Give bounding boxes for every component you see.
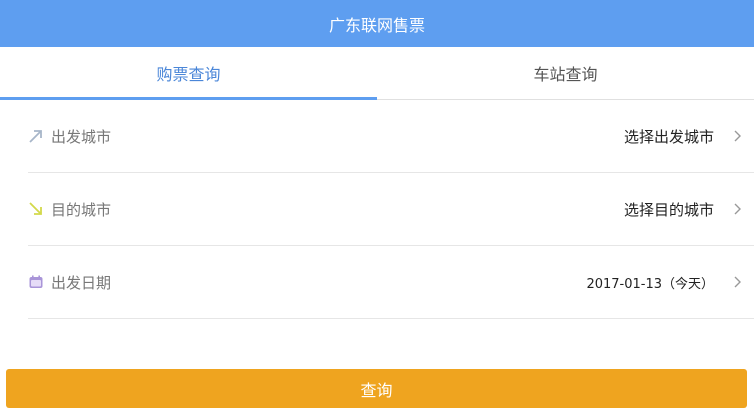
calendar-icon: [28, 274, 44, 290]
departure-date-value: 2017-01-13（今天）: [586, 276, 714, 292]
chevron-right-icon: [732, 202, 742, 216]
tab-ticket-query[interactable]: 购票查询: [0, 47, 377, 100]
destination-city-label: 目的城市: [51, 200, 112, 219]
chevron-right-icon: [732, 275, 742, 289]
ticket-search-form: 出发城市 选择出发城市 目的城市 选择目的城市 出发日期 2017-01-13（…: [28, 100, 754, 319]
arrow-down-right-icon: [28, 201, 44, 217]
tab-station-query[interactable]: 车站查询: [377, 47, 754, 99]
app-header: 广东联网售票: [0, 0, 754, 47]
departure-city-value: 选择出发城市: [623, 127, 714, 146]
departure-date-label: 出发日期: [51, 273, 112, 292]
tab-bar: 购票查询 车站查询: [0, 47, 754, 100]
query-button[interactable]: 查询: [6, 369, 747, 408]
tab-station-query-label: 车站查询: [533, 65, 598, 84]
departure-date-row[interactable]: 出发日期 2017-01-13（今天）: [28, 246, 754, 319]
chevron-right-icon: [732, 129, 742, 143]
departure-city-row[interactable]: 出发城市 选择出发城市: [28, 100, 754, 173]
page-title: 广东联网售票: [328, 15, 425, 35]
query-button-label: 查询: [360, 380, 393, 400]
arrow-up-right-icon: [28, 128, 44, 144]
departure-city-label: 出发城市: [51, 127, 112, 146]
destination-city-value: 选择目的城市: [623, 200, 714, 219]
destination-city-row[interactable]: 目的城市 选择目的城市: [28, 173, 754, 246]
tab-ticket-query-label: 购票查询: [156, 65, 221, 84]
